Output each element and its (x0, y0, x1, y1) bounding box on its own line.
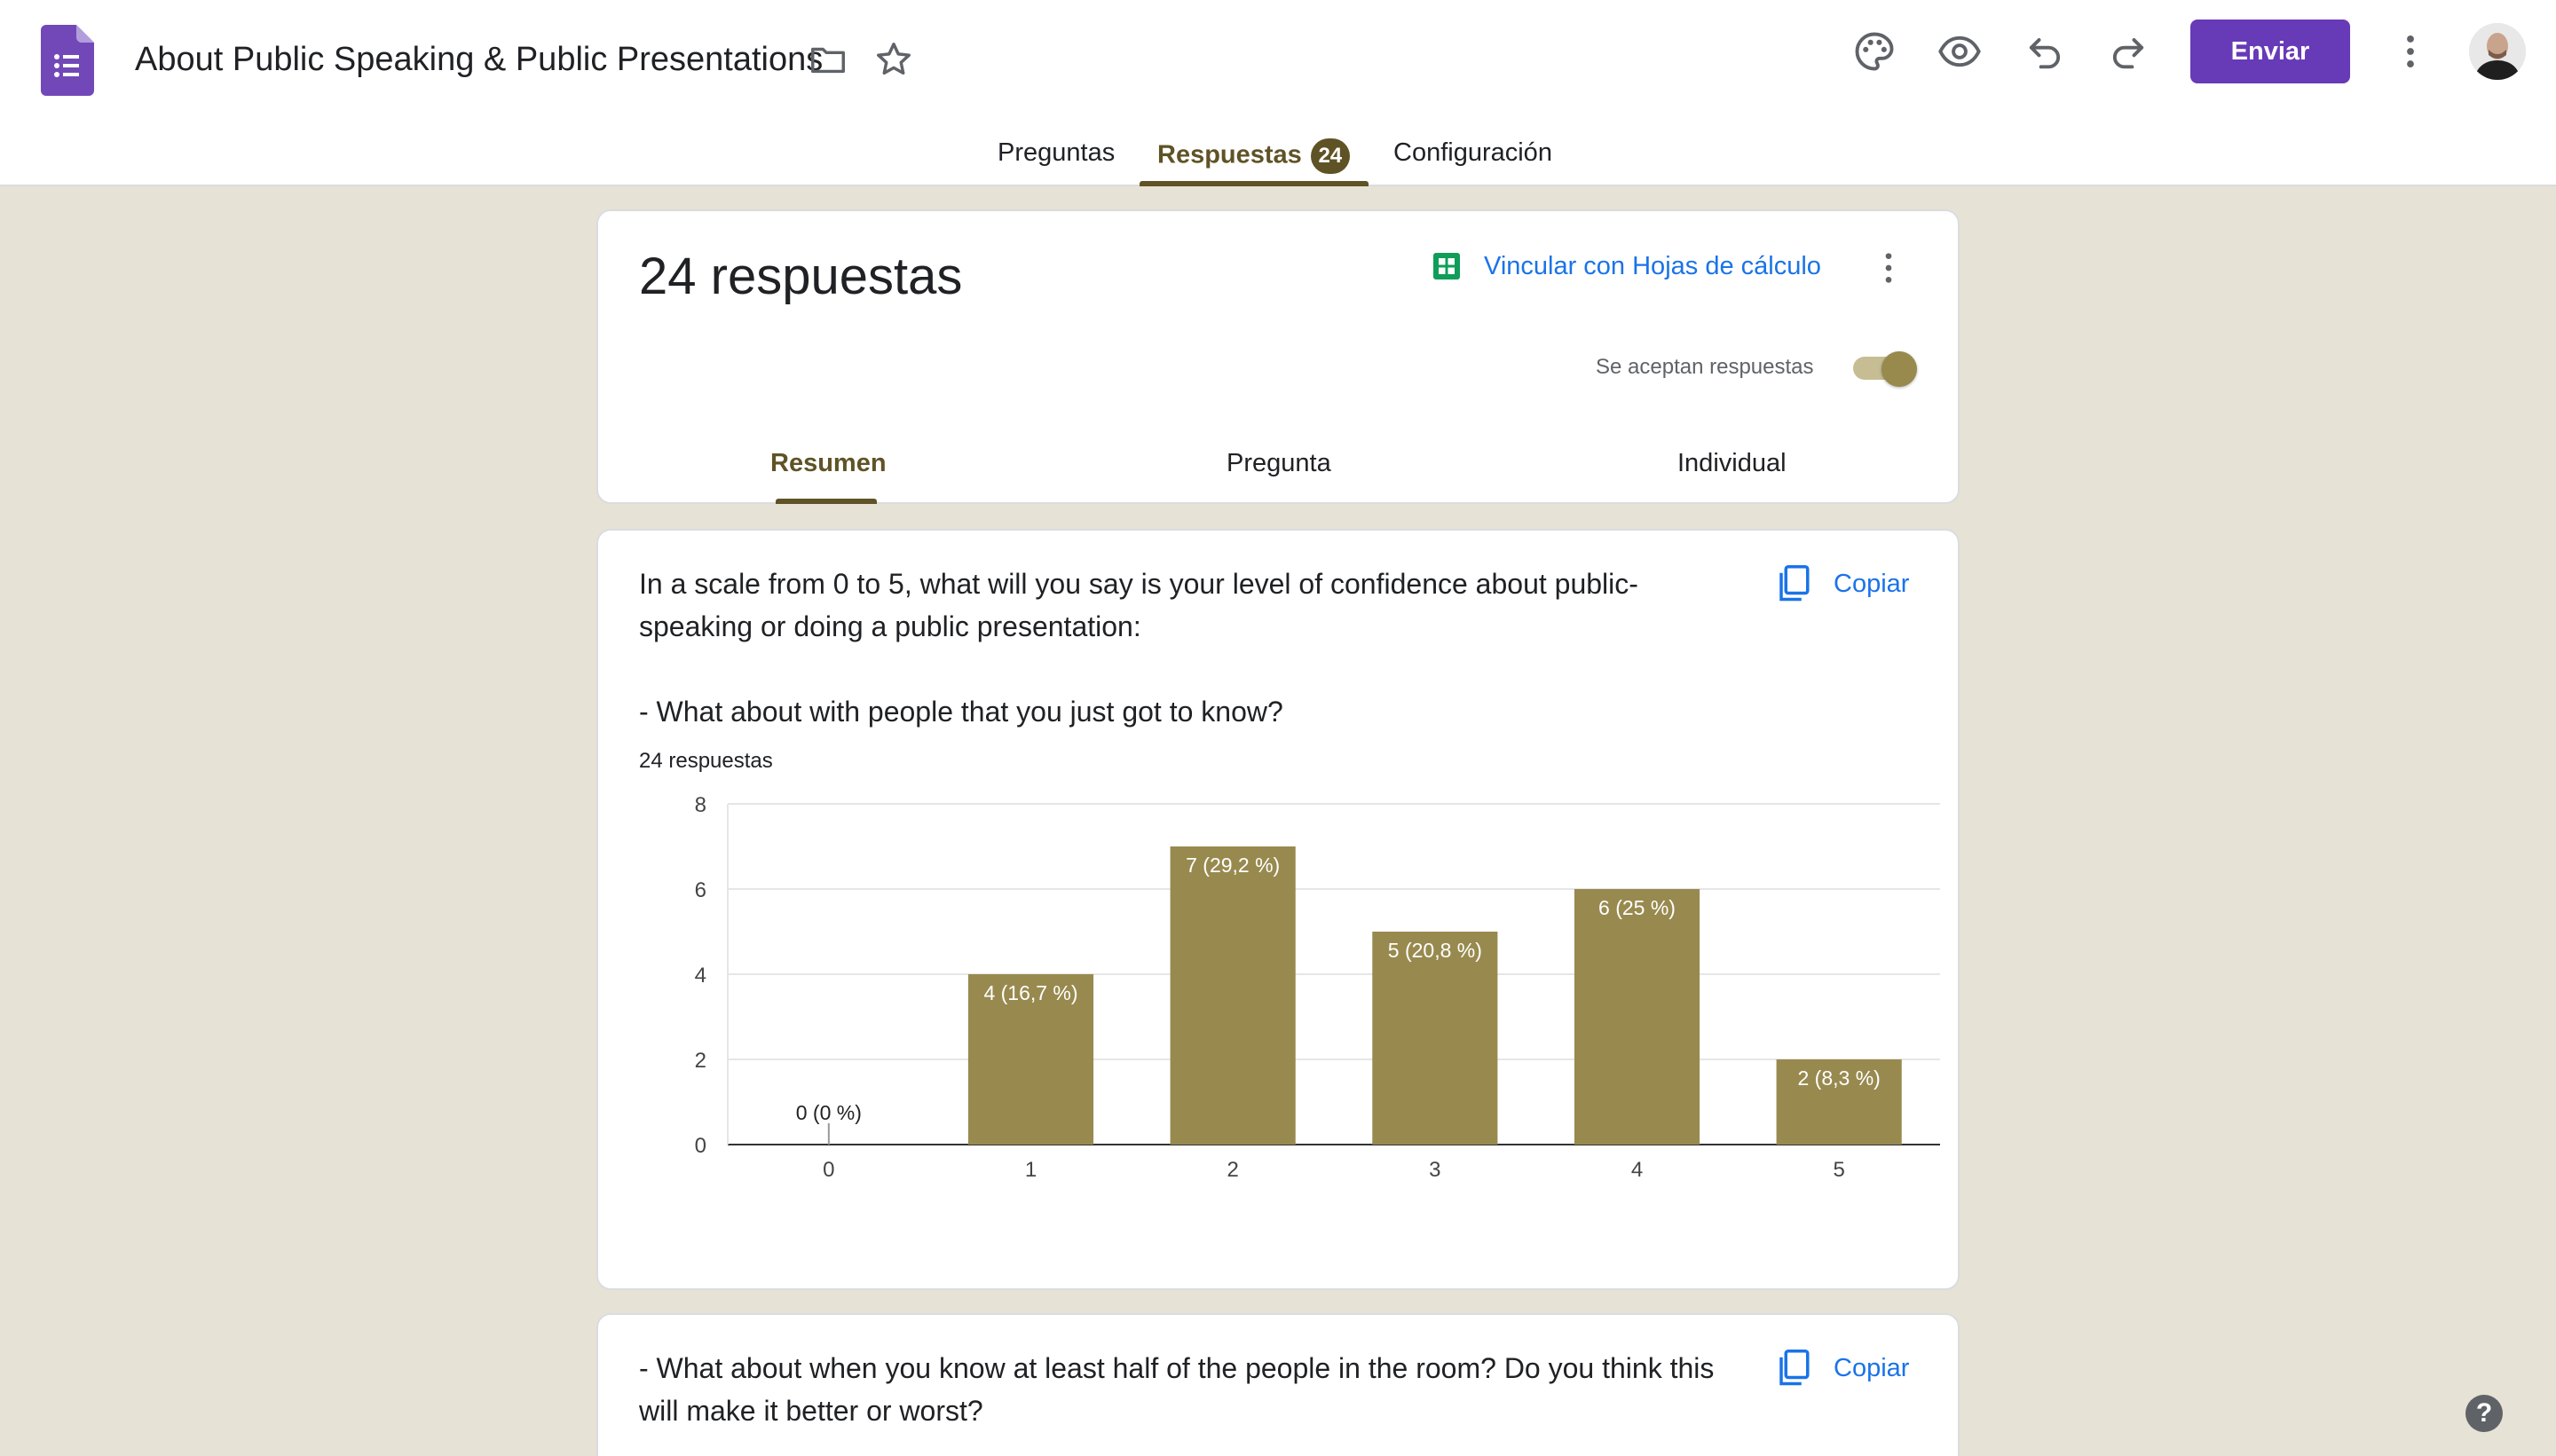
x-tick-label: 5 (1833, 1158, 1844, 1182)
x-tick-label: 4 (1631, 1158, 1643, 1182)
avatar[interactable] (2469, 23, 2526, 80)
question-title: In a scale from 0 to 5, what will you sa… (639, 568, 1638, 728)
data-label: 0 (0 %) (796, 1101, 862, 1124)
active-tab-indicator (1140, 181, 1369, 186)
x-tick-label: 0 (823, 1158, 834, 1182)
active-subtab-indicator (776, 499, 877, 504)
link-to-sheets-button[interactable]: Vincular con Hojas de cálculo (1431, 247, 1821, 286)
star-icon[interactable] (873, 39, 914, 80)
accepting-responses-toggle[interactable] (1853, 351, 1917, 387)
copy-icon (1779, 1350, 1810, 1386)
y-tick-label: 6 (695, 878, 706, 902)
bar (1574, 889, 1700, 1145)
bar (1170, 846, 1296, 1145)
bar (1372, 932, 1498, 1145)
tab-settings[interactable]: Configuración (1393, 138, 1552, 168)
responses-count-badge: 24 (1310, 138, 1350, 174)
question-response-count: 24 respuestas (639, 749, 773, 773)
send-button[interactable]: Enviar (2190, 20, 2350, 83)
tab-responses-label: Respuestas (1157, 140, 1302, 169)
subtab-question[interactable]: Pregunta (1227, 449, 1331, 478)
data-label: 6 (25 %) (1598, 896, 1676, 919)
palette-icon[interactable] (1851, 28, 1897, 75)
question-summary-card: In a scale from 0 to 5, what will you sa… (596, 529, 1960, 1290)
help-icon[interactable]: ? (2465, 1395, 2503, 1432)
responses-count-heading: 24 respuestas (639, 248, 963, 305)
redo-icon[interactable] (2105, 28, 2151, 75)
preview-eye-icon[interactable] (1937, 28, 1983, 75)
y-tick-label: 4 (695, 964, 706, 988)
copy-chart-button[interactable]: Copiar (1775, 1347, 1909, 1389)
copy-label: Copiar (1834, 1353, 1910, 1382)
y-tick-label: 0 (695, 1134, 706, 1158)
more-options-icon[interactable] (2387, 28, 2434, 75)
y-tick-label: 8 (695, 797, 706, 817)
data-label: 7 (29,2 %) (1186, 854, 1280, 877)
data-label: 5 (20,8 %) (1388, 939, 1482, 962)
copy-label: Copiar (1834, 569, 1910, 598)
main-tabs: Preguntas Respuestas 24 Configuración (0, 133, 2556, 186)
x-tick-label: 1 (1025, 1158, 1037, 1182)
forms-logo-icon[interactable] (41, 25, 94, 96)
copy-chart-button[interactable]: Copiar (1775, 563, 1909, 605)
responses-summary-card: 24 respuestas Vincular con Hojas de cálc… (596, 209, 1960, 504)
subtab-individual[interactable]: Individual (1677, 449, 1787, 478)
document-title[interactable]: About Public Speaking & Public Presentat… (135, 41, 823, 79)
tab-questions[interactable]: Preguntas (998, 138, 1115, 168)
link-to-sheets-label: Vincular con Hojas de cálculo (1484, 251, 1821, 280)
top-bar: About Public Speaking & Public Presentat… (0, 0, 2556, 186)
data-label: 4 (16,7 %) (983, 981, 1077, 1004)
tab-responses[interactable]: Respuestas 24 (1157, 138, 1350, 174)
question-title: - What about when you know at least half… (639, 1352, 1723, 1427)
more-options-icon[interactable] (1871, 247, 1906, 289)
data-label: 2 (8,3 %) (1798, 1066, 1881, 1090)
toggle-thumb (1882, 351, 1917, 387)
accepting-responses-label: Se aceptan respuestas (1596, 355, 1814, 379)
subtab-summary[interactable]: Resumen (770, 449, 887, 478)
y-tick-label: 2 (695, 1049, 706, 1073)
question-summary-card: - What about when you know at least half… (596, 1313, 1960, 1456)
bar-chart: 0 2 4 6 8 0 (0 %) 0 4 (16,7 %) 1 7 (29,2 %) 2 5 (20… (695, 797, 1940, 1182)
x-tick-label: 3 (1429, 1158, 1440, 1182)
folder-icon[interactable] (808, 39, 848, 80)
copy-icon (1779, 565, 1810, 602)
sheets-icon (1433, 253, 1460, 279)
x-tick-label: 2 (1227, 1158, 1238, 1182)
undo-icon[interactable] (2022, 28, 2068, 75)
